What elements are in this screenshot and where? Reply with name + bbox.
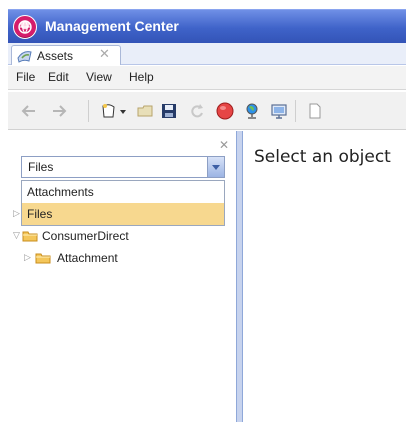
new-item-dropdown-icon[interactable]: [118, 102, 128, 120]
document-icon[interactable]: [306, 102, 324, 120]
stop-icon[interactable]: [216, 102, 234, 120]
menu-edit[interactable]: Edit: [48, 70, 69, 84]
window-title-bar: Management Center: [8, 9, 406, 43]
tab-assets-label: Assets: [37, 49, 74, 63]
globe-icon[interactable]: [243, 102, 261, 120]
management-center-app-icon: [13, 15, 37, 39]
open-folder-icon[interactable]: [136, 102, 154, 120]
display-icon[interactable]: [270, 102, 288, 120]
new-item-icon[interactable]: [100, 102, 118, 120]
forward-arrow-icon[interactable]: [50, 102, 68, 120]
tree-label-attachment: Attachment: [57, 251, 118, 265]
menu-bar: File Edit View Help: [8, 66, 406, 90]
dropdown-option-attachments[interactable]: Attachments: [22, 181, 224, 203]
window-title: Management Center: [45, 18, 179, 34]
tab-close-icon[interactable]: ✕: [99, 47, 110, 62]
folder-icon: [22, 231, 38, 242]
asset-type-dropdown: Attachments Files: [21, 180, 225, 226]
refresh-icon[interactable]: [188, 102, 206, 120]
toolbar-separator: [295, 100, 296, 122]
asset-navigation-pane: ✕ Files Attachments Files ▷ ▽ ConsumerDi…: [8, 131, 236, 422]
main-toolbar: [8, 92, 406, 130]
back-arrow-icon[interactable]: [20, 102, 38, 120]
save-icon[interactable]: [160, 102, 178, 120]
tree-label-consumerdirect: ConsumerDirect: [42, 229, 129, 243]
collapsed-arrow-icon[interactable]: ▷: [13, 209, 21, 218]
tab-assets[interactable]: Assets ✕: [11, 45, 121, 65]
collapsed-arrow-icon[interactable]: ▷: [24, 253, 32, 262]
menu-help[interactable]: Help: [129, 70, 154, 84]
folder-icon: [35, 253, 51, 264]
editor-tab-bar: Assets ✕: [8, 43, 406, 65]
toolbar-separator: [88, 100, 89, 122]
menu-view[interactable]: View: [86, 70, 112, 84]
asset-tree: ▷ ▽ ConsumerDirect ▷ Attachment: [8, 131, 236, 422]
expanded-arrow-icon[interactable]: ▽: [13, 231, 21, 240]
pane-splitter[interactable]: [236, 131, 243, 422]
assets-tab-icon: [16, 49, 34, 66]
dropdown-option-files[interactable]: Files: [22, 203, 224, 225]
menu-file[interactable]: File: [16, 70, 35, 84]
details-pane: Select an object: [243, 131, 406, 422]
tree-row-consumerdirect[interactable]: ▽ ConsumerDirect: [13, 227, 203, 245]
tree-row-attachment[interactable]: ▷ Attachment: [24, 249, 184, 267]
select-object-message: Select an object: [254, 147, 391, 167]
